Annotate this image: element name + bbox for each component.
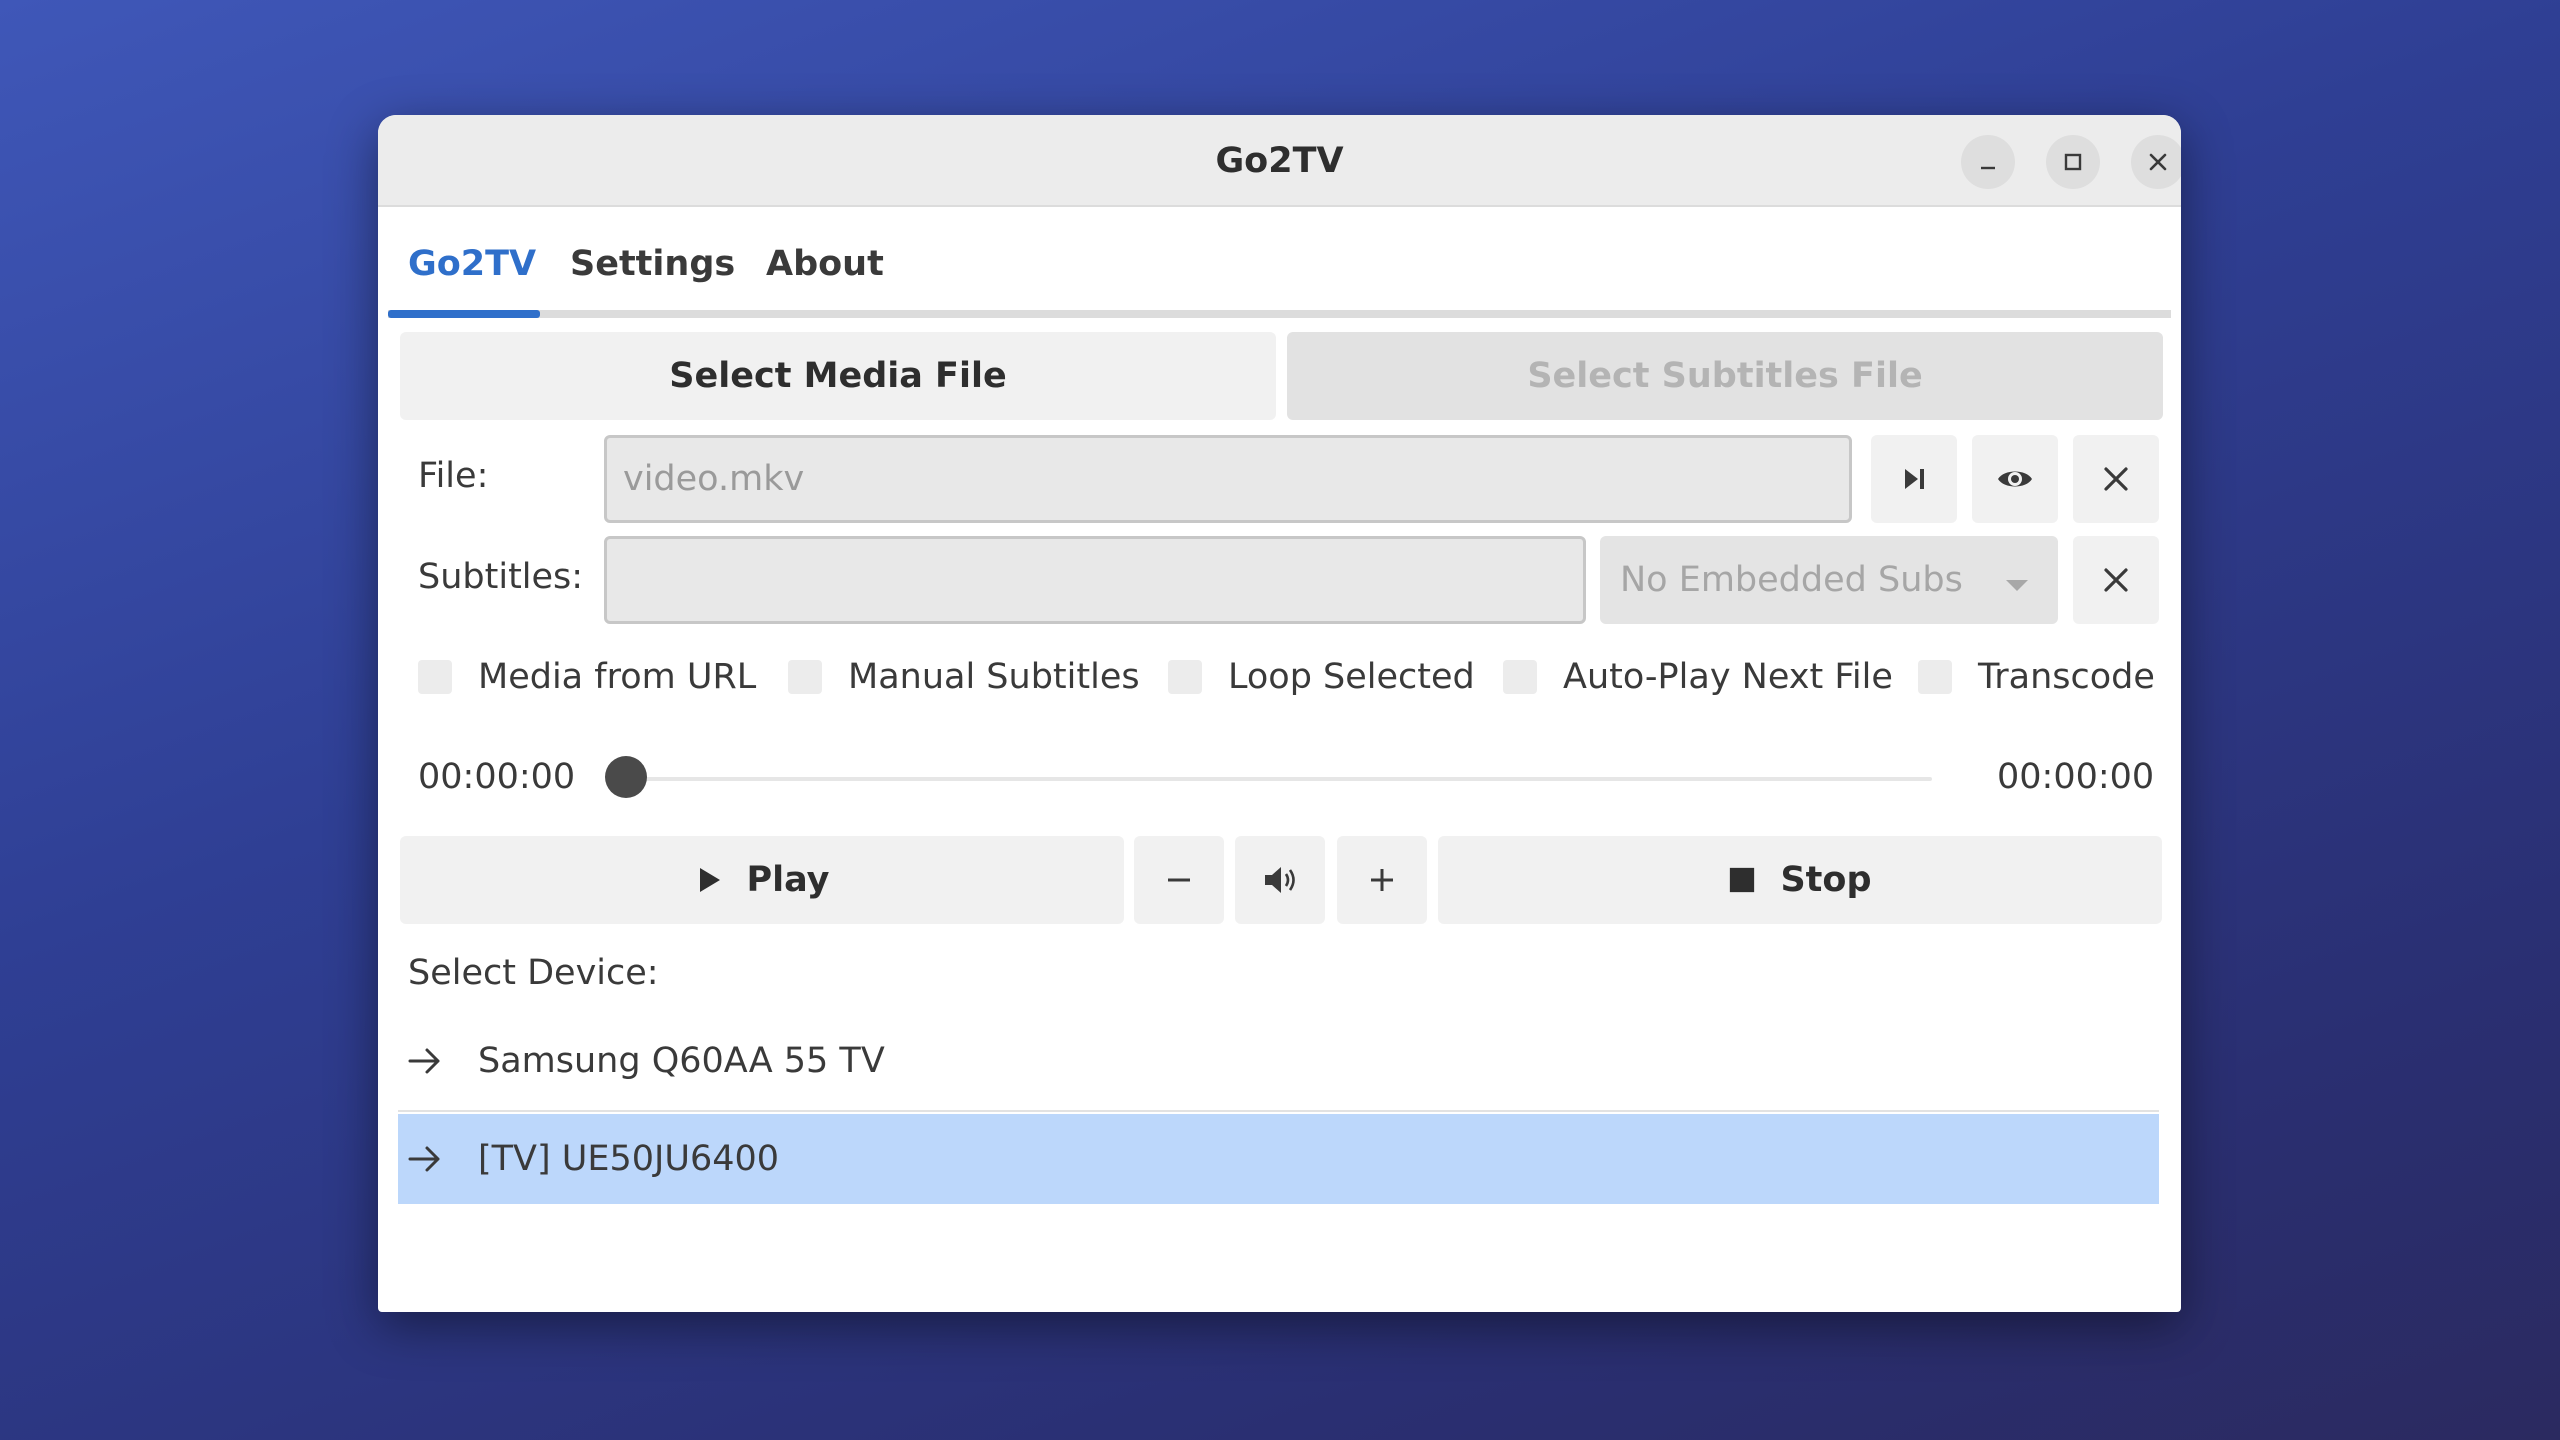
volume-down-button[interactable] [1134, 836, 1224, 924]
checkbox-label: Manual Subtitles [848, 657, 1140, 697]
mute-button[interactable] [1235, 836, 1325, 924]
plus-icon [1371, 869, 1393, 891]
preview-button[interactable] [1972, 435, 2058, 523]
manual-subtitles-checkbox[interactable]: Manual Subtitles [788, 648, 1140, 706]
active-tab-indicator [388, 310, 540, 318]
maximize-icon [2064, 153, 2082, 171]
loop-selected-checkbox[interactable]: Loop Selected [1168, 648, 1475, 706]
clear-subtitles-button[interactable] [2073, 536, 2159, 624]
close-icon [2104, 568, 2128, 592]
total-time: 00:00:00 [1997, 757, 2155, 797]
tab-settings[interactable]: Settings [570, 244, 735, 284]
volume-icon [1265, 867, 1295, 893]
stop-icon [1730, 867, 1755, 893]
close-icon [2149, 153, 2167, 171]
play-icon [700, 868, 721, 892]
select-device-label: Select Device: [408, 953, 659, 993]
eye-icon [1998, 471, 2032, 487]
subtitles-path-field[interactable] [604, 536, 1586, 624]
file-path-placeholder: video.mkv [623, 459, 805, 499]
tab-go2tv[interactable]: Go2TV [408, 244, 536, 284]
device-name: [TV] UE50JU6400 [478, 1139, 780, 1179]
checkbox-label: Transcode [1978, 657, 2155, 697]
close-window-button[interactable] [2131, 135, 2181, 189]
device-name: Samsung Q60AA 55 TV [478, 1041, 885, 1081]
stop-button[interactable]: Stop [1438, 836, 2162, 924]
list-divider [398, 1110, 2159, 1112]
window-title: Go2TV [1215, 141, 1344, 181]
embedded-subs-value: No Embedded Subs [1620, 560, 1963, 600]
minus-icon [1168, 878, 1190, 882]
checkbox-box[interactable] [1503, 660, 1537, 694]
select-subtitles-file-button[interactable]: Select Subtitles File [1287, 332, 2163, 420]
minimize-button[interactable] [1961, 135, 2015, 189]
device-list-item-selected[interactable]: [TV] UE50JU6400 [398, 1114, 2159, 1204]
tab-about[interactable]: About [766, 244, 884, 284]
transcode-checkbox[interactable]: Transcode [1918, 648, 2155, 706]
subtitles-label: Subtitles: [418, 557, 584, 597]
select-media-file-button[interactable]: Select Media File [400, 332, 1276, 420]
volume-up-button[interactable] [1337, 836, 1427, 924]
file-path-field[interactable]: video.mkv [604, 435, 1852, 523]
stop-label: Stop [1780, 860, 1872, 900]
media-from-url-checkbox[interactable]: Media from URL [418, 648, 756, 706]
checkbox-label: Loop Selected [1228, 657, 1475, 697]
clear-file-button[interactable] [2073, 435, 2159, 523]
arrow-right-icon [408, 1048, 440, 1074]
next-file-button[interactable] [1871, 435, 1957, 523]
tab-track [388, 310, 2171, 318]
device-list-item[interactable]: Samsung Q60AA 55 TV [398, 1016, 2159, 1106]
minimize-icon [1981, 166, 1995, 170]
checkbox-box[interactable] [788, 660, 822, 694]
play-label: Play [746, 860, 830, 900]
checkbox-box[interactable] [418, 660, 452, 694]
checkbox-label: Media from URL [478, 657, 757, 697]
close-icon [2104, 467, 2128, 491]
seek-slider-handle[interactable] [605, 756, 647, 798]
skip-next-icon [1905, 469, 1924, 489]
embedded-subs-select[interactable]: No Embedded Subs [1600, 536, 2058, 624]
arrow-right-icon [408, 1146, 440, 1172]
checkbox-box[interactable] [1918, 660, 1952, 694]
elapsed-time: 00:00:00 [418, 757, 576, 797]
title-bar[interactable]: Go2TV [378, 115, 2181, 207]
maximize-button[interactable] [2046, 135, 2100, 189]
file-label: File: [418, 456, 489, 496]
checkbox-box[interactable] [1168, 660, 1202, 694]
auto-play-next-checkbox[interactable]: Auto-Play Next File [1503, 648, 1893, 706]
play-button[interactable]: Play [400, 836, 1124, 924]
checkbox-label: Auto-Play Next File [1563, 657, 1893, 697]
chevron-down-icon [2006, 580, 2028, 591]
seek-slider-track[interactable] [622, 777, 1932, 781]
